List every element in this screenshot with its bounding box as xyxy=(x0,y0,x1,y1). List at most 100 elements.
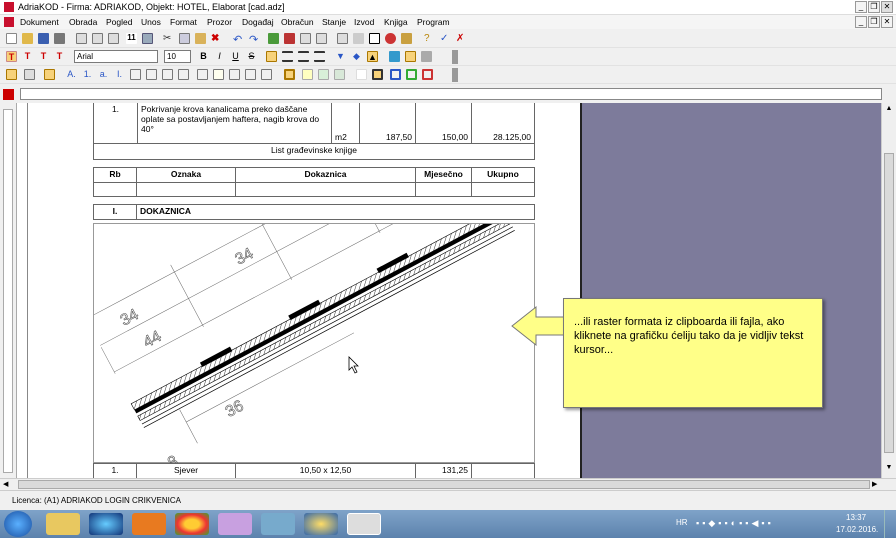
menu-obracun[interactable]: Obračun xyxy=(281,17,314,27)
cell-icon-10[interactable] xyxy=(229,69,240,80)
cell-icon-4[interactable] xyxy=(130,69,141,80)
app-icon-7[interactable] xyxy=(304,513,338,535)
style-i-icon[interactable]: I. xyxy=(114,69,125,80)
border-red-icon[interactable] xyxy=(422,69,433,80)
toolbar-handle-2[interactable] xyxy=(452,68,458,82)
save-icon[interactable] xyxy=(38,33,49,44)
border-color-orange-icon[interactable] xyxy=(284,69,295,80)
language-indicator[interactable]: HR xyxy=(676,518,688,527)
hscroll-thumb[interactable] xyxy=(18,480,870,489)
bold-icon[interactable]: B xyxy=(198,51,209,62)
brush-icon[interactable] xyxy=(401,33,412,44)
adriakod-taskbar-icon[interactable] xyxy=(347,513,381,535)
doc-restore-button[interactable]: ❐ xyxy=(868,16,880,28)
horizontal-scrollbar[interactable]: ◀ ▶ xyxy=(0,478,896,490)
grid-icon[interactable] xyxy=(316,33,327,44)
window-icon[interactable] xyxy=(337,33,348,44)
calc-icon[interactable] xyxy=(353,33,364,44)
clock-date[interactable]: 17.02.2016. xyxy=(836,525,878,534)
table-row[interactable]: 1. Sjever 10,50 x 12,50 131,25 xyxy=(93,463,535,479)
explorer-icon[interactable] xyxy=(46,513,80,535)
cell-icon-3[interactable] xyxy=(44,69,55,80)
cell-icon-7[interactable] xyxy=(178,69,189,80)
zoom-icon[interactable] xyxy=(369,33,380,44)
item-text[interactable]: Pokrivanje krova kanalicama preko daščan… xyxy=(137,103,332,144)
border-black-icon[interactable] xyxy=(372,69,383,80)
cell-icon-2[interactable] xyxy=(24,69,35,80)
cell-icon-5[interactable] xyxy=(146,69,157,80)
size-select[interactable]: 10 xyxy=(164,50,191,63)
cell-icon-12[interactable] xyxy=(261,69,272,80)
check-icon[interactable]: ✓ xyxy=(440,33,451,44)
copy-icon[interactable] xyxy=(179,33,190,44)
eraser-icon[interactable] xyxy=(421,51,432,62)
chrome-icon[interactable] xyxy=(175,513,209,535)
refresh-icon[interactable] xyxy=(268,33,279,44)
vertical-scrollbar[interactable]: ▲ ▼ xyxy=(881,103,896,478)
app-icon-6[interactable] xyxy=(261,513,295,535)
pen-icon[interactable] xyxy=(405,51,416,62)
strike-icon[interactable]: S xyxy=(246,51,257,62)
text-style-3-icon[interactable]: T xyxy=(38,51,49,62)
fill-green-icon[interactable] xyxy=(318,69,329,80)
style-a-small-icon[interactable]: a. xyxy=(98,69,109,80)
print-icon[interactable] xyxy=(54,33,65,44)
fill-white-icon[interactable] xyxy=(356,69,367,80)
scroll-left-icon[interactable]: ◀ xyxy=(3,480,8,488)
cell-icon-6[interactable] xyxy=(162,69,173,80)
menu-dogadaj[interactable]: Događaj xyxy=(242,17,274,27)
doc-close-button[interactable]: ✕ xyxy=(881,16,893,28)
underline-icon[interactable]: U xyxy=(230,51,241,62)
media-player-icon[interactable] xyxy=(132,513,166,535)
fill-grid-icon[interactable] xyxy=(334,69,345,80)
style-a-icon[interactable]: A. xyxy=(66,69,77,80)
close-button[interactable]: ✕ xyxy=(881,1,893,13)
menu-program[interactable]: Program xyxy=(417,17,450,27)
menu-format[interactable]: Format xyxy=(170,17,197,27)
menu-pogled[interactable]: Pogled xyxy=(106,17,132,27)
minimize-button[interactable]: _ xyxy=(855,1,867,13)
undo-icon[interactable]: ↶ xyxy=(233,33,244,46)
text-style-1-icon[interactable]: T xyxy=(6,51,17,62)
new-icon[interactable] xyxy=(6,33,17,44)
menu-unos[interactable]: Unos xyxy=(141,17,161,27)
help-circle-icon[interactable] xyxy=(385,33,396,44)
clock-time[interactable]: 13:37 xyxy=(846,513,866,522)
toolbar-handle[interactable] xyxy=(452,50,458,64)
menu-obrada[interactable]: Obrada xyxy=(69,17,97,27)
graphic-cell[interactable]: 44 34 34 34 36 8 xyxy=(85,121,535,472)
style-1-icon[interactable]: 1. xyxy=(82,69,93,80)
justify-icon[interactable] xyxy=(314,51,325,62)
ie-icon[interactable] xyxy=(89,513,123,535)
align-left-icon[interactable] xyxy=(266,51,277,62)
scroll-thumb[interactable] xyxy=(884,153,894,453)
align-center-icon[interactable] xyxy=(282,51,293,62)
find-icon[interactable] xyxy=(92,33,103,44)
border-blue-icon[interactable] xyxy=(390,69,401,80)
cut-icon[interactable]: ✂ xyxy=(163,33,174,44)
fill-icon[interactable] xyxy=(389,51,400,62)
paint-icon[interactable] xyxy=(218,513,252,535)
menu-dokument[interactable]: Dokument xyxy=(20,17,59,27)
scroll-right-icon[interactable]: ▶ xyxy=(872,480,877,488)
scroll-down-icon[interactable]: ▼ xyxy=(884,464,894,474)
text-style-4-icon[interactable]: T xyxy=(54,51,65,62)
menu-prozor[interactable]: Prozor xyxy=(207,17,232,27)
restore-button[interactable]: ❐ xyxy=(868,1,880,13)
start-button[interactable] xyxy=(4,511,32,537)
menu-knjiga[interactable]: Knjiga xyxy=(384,17,408,27)
delete-icon[interactable]: ✖ xyxy=(211,33,222,44)
open-icon[interactable] xyxy=(22,33,33,44)
paste-icon[interactable] xyxy=(195,33,206,44)
cell-icon-9[interactable] xyxy=(213,69,224,80)
show-desktop-button[interactable] xyxy=(884,510,896,538)
close-doc-icon[interactable]: ✗ xyxy=(456,33,467,44)
table-icon[interactable] xyxy=(300,33,311,44)
valign-bottom-icon[interactable]: ▼ xyxy=(335,51,346,62)
valign-middle-icon[interactable]: ◆ xyxy=(351,51,362,62)
redo-icon[interactable]: ↷ xyxy=(249,33,260,46)
system-tray-icons[interactable]: ▪▪◆▪▪◐▪▪◀▪▪ xyxy=(696,518,806,530)
scroll-up-icon[interactable]: ▲ xyxy=(884,105,894,115)
italic-icon[interactable]: I xyxy=(214,51,225,62)
cell-icon-11[interactable] xyxy=(245,69,256,80)
